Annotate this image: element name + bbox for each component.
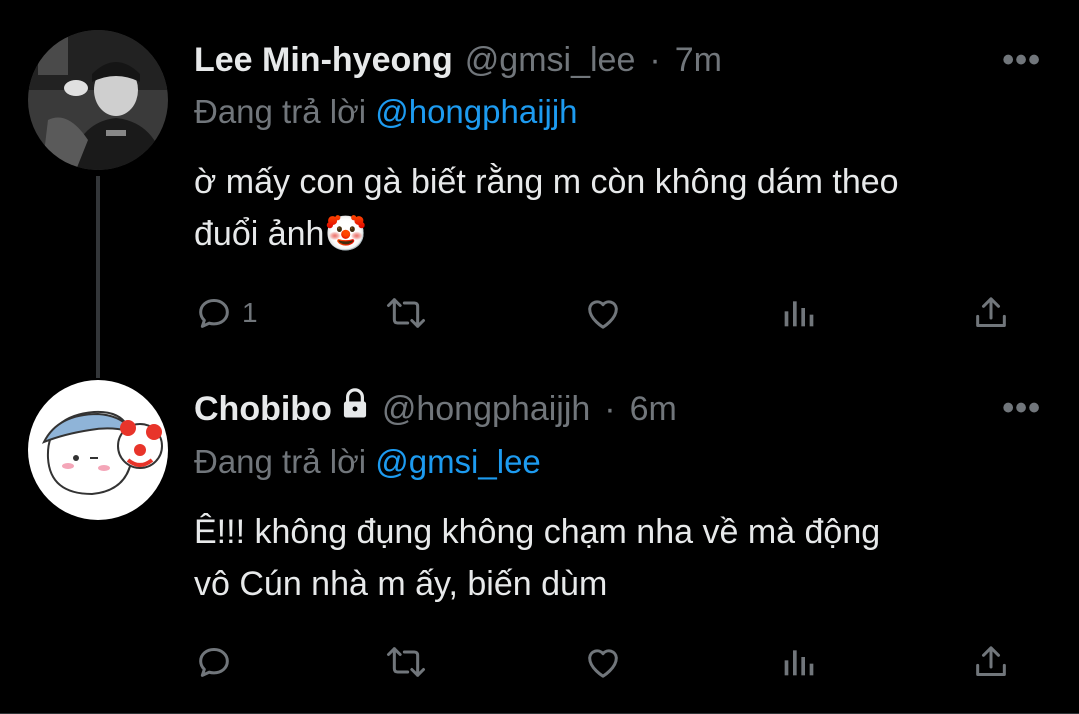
thread-line [96,176,100,378]
user-handle[interactable]: @gmsi_lee [465,40,636,80]
like-button[interactable] [582,642,624,682]
avatar[interactable] [28,30,168,170]
reply-button[interactable] [194,642,242,682]
timestamp[interactable]: 7m [675,40,722,80]
retweet-button[interactable] [384,642,428,682]
retweet-button[interactable] [384,293,428,333]
user-handle[interactable]: @hongphaijjh [382,389,590,429]
replying-to: Đang trả lời @gmsi_lee [194,442,541,482]
tweet-text-line: Ê!!! không đụng không chạm nha về mà độn… [194,513,881,551]
tweet-text: ờ mấy con gà biết rằng m còn không dám t… [194,156,1044,260]
reply-count: 1 [242,297,258,328]
action-bar: 1 [194,293,1024,333]
tweet-text-line: ờ mấy con gà biết rằng m còn không dám t… [194,163,899,201]
more-options-icon[interactable]: ••• [1002,391,1041,425]
tweet[interactable]: Lee Min-hyeong @gmsi_lee · 7m ••• Đang t… [0,0,1079,378]
mention-link[interactable]: @gmsi_lee [375,443,541,480]
replying-to: Đang trả lời @hongphaijjh [194,92,578,132]
action-bar [194,642,1024,682]
timestamp[interactable]: 6m [630,389,677,429]
like-icon [588,300,618,329]
share-icon [976,646,1006,676]
tweet-text-line: đuổi ảnh🤡 [194,215,367,253]
tweet-text: Ê!!! không đụng không chạm nha về mà độn… [194,506,1044,610]
reply-button[interactable]: 1 [194,293,258,333]
replying-prefix: Đang trả lời [194,93,367,130]
tweet-header: Chobibo @hongphaijjh · 6m [194,388,677,429]
separator-dot: · [649,41,661,79]
more-options-icon[interactable]: ••• [1002,43,1041,77]
display-name[interactable]: Lee Min-hyeong [194,40,453,80]
avatar[interactable] [28,380,168,520]
tweet-header: Lee Min-hyeong @gmsi_lee · 7m [194,40,722,80]
views-button[interactable] [778,642,818,682]
reply-icon [199,648,229,677]
tweet-text-line: vô Cún nhà m ấy, biến dùm [194,565,608,603]
views-icon [784,650,814,676]
views-button[interactable] [778,293,818,333]
display-name[interactable]: Chobibo [194,389,332,429]
retweet-icon [387,298,425,328]
share-button[interactable] [970,642,1012,682]
replying-prefix: Đang trả lời [194,443,367,480]
separator-dot: · [604,389,616,428]
views-icon [784,301,814,327]
tweet[interactable]: Chobibo @hongphaijjh · 6m ••• Đang trả l… [0,360,1079,714]
like-icon [588,649,618,678]
share-button[interactable] [970,293,1012,333]
reply-icon [199,299,229,328]
lock-icon [340,388,370,429]
like-button[interactable] [582,293,624,333]
retweet-icon [387,647,425,677]
mention-link[interactable]: @hongphaijjh [375,93,577,130]
share-icon [976,297,1006,327]
